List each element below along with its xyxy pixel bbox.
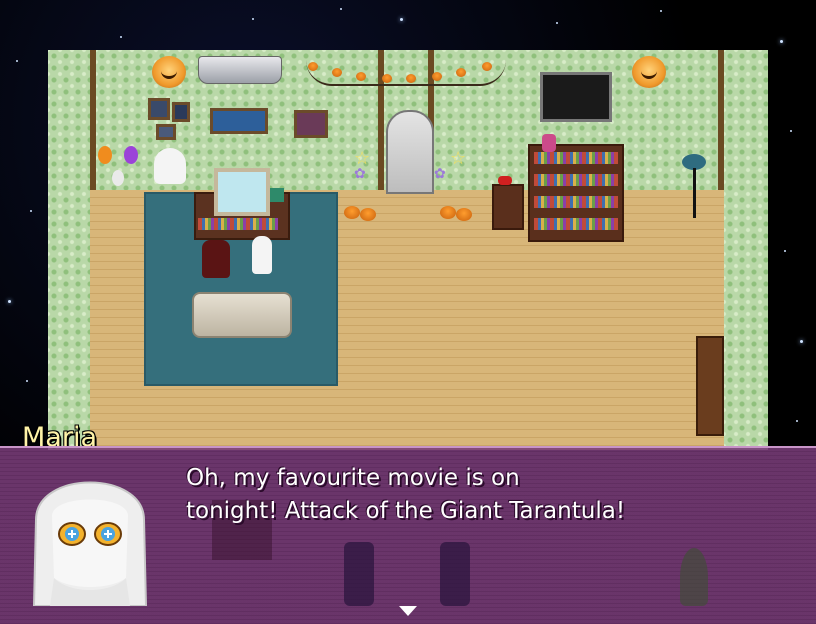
maria-face-portrait — [32, 481, 148, 606]
photo-frame — [172, 102, 190, 122]
phone-table — [492, 184, 524, 230]
pumpkin-icon — [440, 206, 456, 219]
wardrobe[interactable] — [696, 336, 724, 436]
balloon-icon — [124, 146, 138, 164]
dialog-message: Oh, my favourite movie is on tonight! At… — [186, 465, 626, 524]
bookshelf[interactable] — [528, 144, 624, 242]
jack-o-lantern-icon — [632, 56, 666, 88]
wall-tv — [540, 72, 612, 122]
painting-ocean — [210, 108, 268, 134]
telephone-icon[interactable] — [498, 176, 512, 185]
candy-jar — [542, 134, 556, 152]
right-wall — [724, 50, 768, 450]
maria-sprite[interactable] — [252, 236, 272, 274]
photo-frame — [156, 124, 176, 140]
game-scene: ✿ ✿ ☆ ☆ Maria Oh, my favourite movie is … — [0, 0, 816, 624]
pumpkin-icon — [360, 208, 376, 221]
photo-frame — [148, 98, 170, 120]
candelabra-icon — [440, 542, 470, 606]
painting-small — [294, 110, 328, 138]
lamp-stand — [693, 168, 696, 218]
candelabra-icon — [344, 542, 374, 606]
flower-icon: ✿ — [434, 166, 446, 182]
star-icon: ☆ — [450, 148, 467, 169]
balloon-icon — [112, 170, 124, 186]
vanity-mirror — [214, 168, 270, 216]
dark-character-sprite[interactable] — [202, 240, 230, 278]
pumpkin-icon — [344, 206, 360, 219]
sofa[interactable] — [192, 292, 292, 338]
star-icon: ☆ — [354, 148, 371, 169]
ghost-icon — [154, 148, 186, 184]
air-conditioner — [198, 56, 282, 84]
pumpkin-garland — [306, 60, 506, 86]
living-room-map: ✿ ✿ ☆ ☆ — [48, 50, 768, 450]
jack-o-lantern-icon — [152, 56, 186, 88]
book — [270, 188, 284, 202]
door[interactable] — [386, 110, 434, 194]
pumpkin-icon — [456, 208, 472, 221]
balloon-icon — [98, 146, 112, 164]
potted-plant-icon — [680, 548, 708, 606]
left-wall — [48, 50, 90, 450]
next-page-arrow-icon[interactable] — [399, 606, 417, 616]
